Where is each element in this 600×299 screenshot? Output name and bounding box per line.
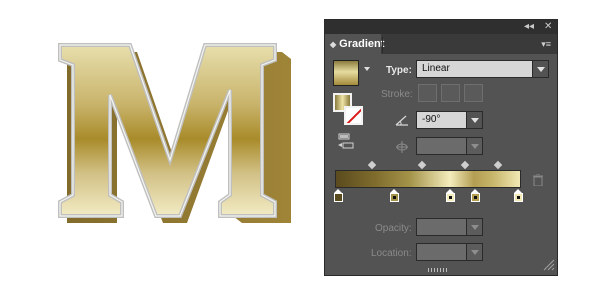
type-select-value: Linear [422, 63, 450, 74]
midpoint-diamond[interactable] [367, 160, 377, 170]
close-icon[interactable]: ✕ [544, 20, 552, 34]
chevron-down-icon[interactable] [532, 61, 548, 77]
panel-top-bar: ◂◂ ✕ [325, 20, 557, 34]
gradient-slider[interactable] [335, 170, 521, 188]
gradient-swatch[interactable] [333, 60, 359, 86]
stroke-within-button[interactable] [418, 84, 437, 102]
collapse-icon[interactable]: ◂◂ [524, 20, 534, 34]
color-stop[interactable] [446, 189, 455, 202]
color-stop[interactable] [390, 189, 399, 202]
color-stop[interactable] [471, 189, 480, 202]
aspect-ratio-field[interactable] [416, 137, 483, 155]
gradient-panel: ◂◂ ✕ ◆Gradient ▾≡ Type: Linear Stroke: [324, 19, 558, 276]
color-stop[interactable] [514, 189, 523, 202]
midpoint-diamond[interactable] [493, 160, 503, 170]
stroke-swatch-none[interactable] [344, 106, 363, 125]
angle-value: -90° [422, 114, 441, 125]
stroke-across-button[interactable] [464, 84, 483, 102]
opacity-field[interactable] [416, 218, 483, 236]
angle-icon [395, 115, 408, 126]
trash-icon[interactable] [533, 174, 543, 186]
type-select[interactable]: Linear [416, 60, 549, 78]
panel-collapse-handle[interactable] [428, 268, 448, 272]
tab-arrows-icon: ◆ [330, 40, 337, 49]
tab-gradient-label: Gradient [339, 38, 385, 50]
opacity-dropdown-icon[interactable] [466, 219, 482, 235]
location-dropdown-icon[interactable] [466, 244, 482, 260]
aspect-ratio-icon [396, 141, 408, 153]
opacity-label: Opacity: [375, 223, 412, 234]
resize-grip-icon[interactable] [541, 257, 555, 271]
panel-tab-row: ◆ Gradient ▾≡ [325, 34, 557, 54]
tab-gradient[interactable]: ◆ Gradient [325, 34, 385, 54]
stage: ◂◂ ✕ ◆Gradient ▾≡ Type: Linear Stroke: [0, 0, 600, 299]
panel-menu-icon[interactable]: ▾≡ [539, 38, 551, 50]
aspect-dropdown-icon[interactable] [466, 138, 482, 154]
angle-dropdown-icon[interactable] [466, 112, 482, 128]
location-field[interactable] [416, 243, 483, 261]
stroke-label: Stroke: [381, 89, 413, 100]
color-stop[interactable] [334, 189, 343, 202]
tab-divider [382, 37, 383, 53]
letter-shape [58, 43, 277, 218]
artwork-canvas [58, 43, 291, 223]
reverse-gradient-icon[interactable] [337, 132, 355, 150]
fill-stroke-toggle[interactable] [333, 93, 365, 127]
midpoint-diamond[interactable] [460, 160, 470, 170]
location-label: Location: [371, 248, 412, 259]
stroke-along-button[interactable] [441, 84, 460, 102]
midpoint-diamond[interactable] [417, 160, 427, 170]
angle-field[interactable]: -90° [416, 111, 483, 129]
type-label: Type: [386, 65, 412, 76]
swatch-dropdown-icon[interactable] [364, 67, 370, 71]
